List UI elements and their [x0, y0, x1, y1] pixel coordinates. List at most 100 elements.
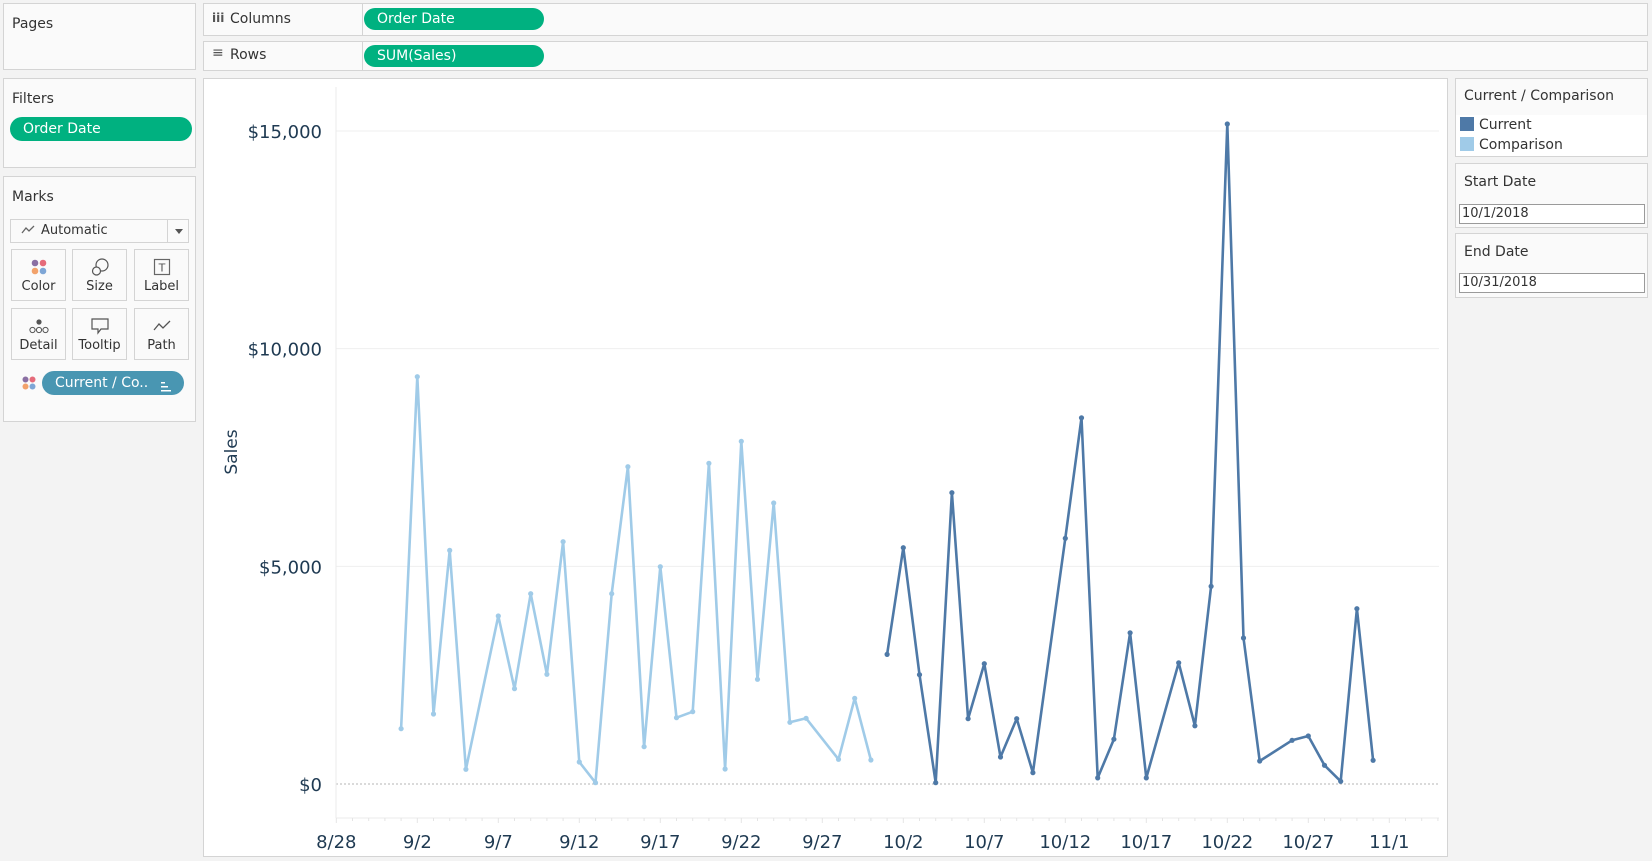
end-date-input[interactable]: 10/31/2018 [1459, 273, 1645, 293]
data-point[interactable] [1224, 121, 1230, 127]
data-point[interactable] [1370, 757, 1376, 763]
marks-label-button[interactable]: T Label [134, 249, 189, 301]
data-point[interactable] [1111, 736, 1117, 742]
columns-pill-order-date[interactable]: Order Date [364, 8, 544, 30]
data-point[interactable] [609, 591, 615, 597]
data-point[interactable] [900, 545, 906, 551]
data-point[interactable] [1289, 737, 1295, 743]
mark-type-dropdown[interactable]: Automatic [10, 219, 189, 243]
data-point[interactable] [754, 676, 761, 682]
y-tick-label: $0 [299, 775, 322, 796]
marks-path-button[interactable]: Path [134, 308, 189, 360]
data-point[interactable] [463, 766, 469, 772]
rows-shelf[interactable]: ≡ Rows SUM(Sales) [203, 41, 1648, 71]
data-point[interactable] [1176, 660, 1182, 666]
data-point[interactable] [771, 500, 777, 506]
data-point[interactable] [1338, 778, 1344, 784]
data-point[interactable] [1354, 606, 1360, 612]
color-pill-current-comparison[interactable]: Current / Co.. [42, 371, 184, 395]
y-tick-label: $15,000 [248, 122, 322, 143]
columns-label: Columns [230, 11, 291, 27]
data-point[interactable] [576, 759, 582, 765]
marks-path-label: Path [147, 338, 176, 353]
marks-size-label: Size [86, 279, 113, 294]
filters-card[interactable]: Filters Order Date [3, 78, 196, 168]
data-point[interactable] [544, 671, 550, 677]
data-point[interactable] [592, 780, 599, 786]
data-point[interactable] [1208, 583, 1214, 589]
data-point[interactable] [949, 490, 955, 496]
data-point[interactable] [835, 756, 842, 762]
data-point[interactable] [916, 672, 923, 678]
legend-label-current: Current [1479, 117, 1532, 133]
data-point[interactable] [1305, 733, 1311, 739]
data-point[interactable] [1078, 415, 1085, 421]
data-point[interactable] [1095, 775, 1101, 781]
filters-title: Filters [12, 91, 54, 107]
data-point[interactable] [852, 695, 858, 701]
data-point[interactable] [1321, 762, 1328, 768]
label-icon: T [135, 257, 188, 277]
legend-card[interactable]: Current / Comparison Current Comparison [1455, 78, 1648, 157]
start-date-card: Start Date 10/1/2018 [1455, 163, 1648, 228]
data-point[interactable] [933, 780, 939, 786]
data-point[interactable] [414, 374, 420, 380]
data-point[interactable] [1030, 770, 1036, 776]
legend-item-current[interactable]: Current [1460, 117, 1532, 133]
filter-pill-order-date[interactable]: Order Date [10, 117, 192, 141]
data-point[interactable] [997, 754, 1004, 760]
data-point[interactable] [787, 719, 793, 725]
data-point[interactable] [673, 715, 680, 721]
data-point[interactable] [1014, 716, 1020, 722]
marks-detail-button[interactable]: Detail [11, 308, 66, 360]
rows-label: Rows [230, 47, 267, 63]
data-point[interactable] [690, 709, 696, 715]
legend-item-comparison[interactable]: Comparison [1460, 137, 1563, 153]
data-point[interactable] [1257, 758, 1263, 764]
data-point[interactable] [528, 591, 534, 597]
data-point[interactable] [803, 715, 809, 721]
shelf-divider [362, 4, 363, 35]
marks-color-label: Color [21, 279, 56, 294]
x-tick-label: 10/22 [1201, 832, 1253, 853]
data-point[interactable] [398, 726, 404, 732]
data-point[interactable] [1062, 535, 1068, 541]
pages-card[interactable]: Pages [3, 3, 196, 70]
end-date-title: End Date [1464, 244, 1529, 260]
data-point[interactable] [868, 757, 874, 763]
data-point[interactable] [430, 711, 437, 717]
data-point[interactable] [511, 686, 518, 692]
data-point[interactable] [1143, 775, 1149, 781]
data-point[interactable] [495, 613, 501, 619]
start-date-input[interactable]: 10/1/2018 [1459, 204, 1645, 224]
x-tick-label: 11/1 [1369, 832, 1409, 853]
data-point[interactable] [560, 539, 566, 545]
series-line-current [885, 122, 1375, 785]
data-point[interactable] [625, 464, 631, 470]
tooltip-icon [73, 316, 126, 336]
data-point[interactable] [641, 744, 647, 750]
x-tick-label: 10/17 [1120, 832, 1172, 853]
data-point[interactable] [706, 460, 712, 466]
pages-title: Pages [12, 16, 54, 32]
data-point[interactable] [1127, 630, 1133, 636]
marks-size-button[interactable]: Size [72, 249, 127, 301]
data-point[interactable] [657, 564, 663, 570]
x-tick-label: 9/2 [403, 832, 432, 853]
data-point[interactable] [447, 547, 453, 553]
data-point[interactable] [738, 438, 744, 444]
x-tick-label: 10/2 [883, 832, 923, 853]
marks-tooltip-button[interactable]: Tooltip [72, 308, 127, 360]
y-tick-label: $5,000 [259, 557, 322, 578]
data-point[interactable] [1192, 723, 1198, 729]
data-point[interactable] [965, 716, 971, 722]
data-point[interactable] [1240, 635, 1247, 641]
marks-color-button[interactable]: Color [11, 249, 66, 301]
x-tick-label: 10/12 [1039, 832, 1091, 853]
x-tick-label: 9/22 [721, 832, 761, 853]
rows-pill-sum-sales[interactable]: SUM(Sales) [364, 45, 544, 67]
data-point[interactable] [981, 661, 987, 667]
data-point[interactable] [884, 651, 890, 658]
data-point[interactable] [722, 766, 728, 772]
columns-shelf[interactable]: iii Columns Order Date [203, 3, 1648, 36]
